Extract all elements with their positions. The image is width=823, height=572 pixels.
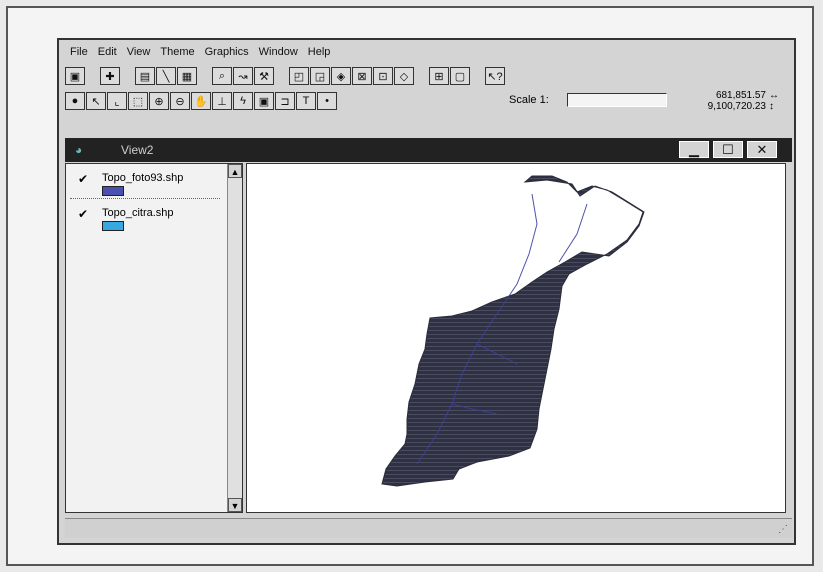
add-theme-icon[interactable]: ✚ xyxy=(100,67,120,85)
select-feature-icon[interactable]: ⬚ xyxy=(128,92,148,110)
globe-icon: ◕ xyxy=(75,143,83,157)
draw-point-icon[interactable]: • xyxy=(317,92,337,110)
y-coordinate: 9,100,720.23 xyxy=(707,101,766,112)
maximize-button[interactable]: ☐ xyxy=(713,141,743,158)
theme-properties-icon[interactable]: ▤ xyxy=(135,67,155,85)
view-title-bar[interactable]: ◕ View2 ▁ ☐ ✕ xyxy=(65,138,792,162)
map-canvas xyxy=(381,175,645,487)
identify-icon[interactable]: ● xyxy=(65,92,85,110)
watershed-polygon[interactable] xyxy=(381,175,645,487)
arcview-application-window: File Edit View Theme Graphics Window Hel… xyxy=(57,38,796,545)
zoom-previous-icon[interactable]: ◇ xyxy=(394,67,414,85)
scroll-down-icon[interactable]: ▼ xyxy=(228,498,242,512)
tool-bar: ● ↖ ⌞ ⬚ ⊕ ⊖ ✋ ⊥ ϟ ▣ ⊐ T • xyxy=(65,91,338,111)
coordinate-readout: 681,851.57 9,100,720.23 xyxy=(684,90,766,112)
x-coordinate: 681,851.57 xyxy=(715,90,766,101)
zoom-selected-icon[interactable]: ◈ xyxy=(331,67,351,85)
scale-input[interactable] xyxy=(567,93,667,107)
zoom-full-icon[interactable]: ◰ xyxy=(289,67,309,85)
pointer-icon[interactable]: ↖ xyxy=(86,92,106,110)
button-bar: ▣ ✚ ▤ ╲ ▦ ⌕ ↝ ⚒ ◰ ◲ ◈ ⊠ ⊡ ◇ ⊞ ▢ ↖? xyxy=(65,66,506,86)
menu-file[interactable]: File xyxy=(65,46,93,62)
vertex-edit-icon[interactable]: ⌞ xyxy=(107,92,127,110)
toc-scrollbar[interactable]: ▲ ▼ xyxy=(227,164,242,512)
status-bar: ⋰ xyxy=(65,518,792,538)
checkmark-icon[interactable]: ✔ xyxy=(78,207,88,221)
menu-window[interactable]: Window xyxy=(254,46,303,62)
horizontal-arrow-icon: ↔ xyxy=(769,90,779,101)
menu-edit[interactable]: Edit xyxy=(93,46,122,62)
view-title: View2 xyxy=(121,143,154,157)
pan-icon[interactable]: ✋ xyxy=(191,92,211,110)
query-builder-icon[interactable]: ⚒ xyxy=(254,67,274,85)
text-icon[interactable]: T xyxy=(296,92,316,110)
zoom-active-icons-icon[interactable]: ◲ xyxy=(310,67,330,85)
close-button[interactable]: ✕ xyxy=(747,141,777,158)
help-icon[interactable]: ↖? xyxy=(485,67,505,85)
menu-theme[interactable]: Theme xyxy=(155,46,199,62)
label-icon[interactable]: ⊐ xyxy=(275,92,295,110)
table-of-contents: ✔ Topo_foto93.shp ✔ Topo_citra.shp ▲ ▼ xyxy=(65,163,243,513)
scroll-up-icon[interactable]: ▲ xyxy=(228,164,242,178)
zoom-out-fixed-icon[interactable]: ⊡ xyxy=(373,67,393,85)
menu-graphics[interactable]: Graphics xyxy=(200,46,254,62)
hotlink-icon[interactable]: ϟ xyxy=(233,92,253,110)
legend-swatch xyxy=(102,221,124,231)
find-icon[interactable]: ⌕ xyxy=(212,67,232,85)
measure-icon[interactable]: ⊥ xyxy=(212,92,232,110)
edit-legend-icon[interactable]: ╲ xyxy=(156,67,176,85)
vertical-arrow-icon: ↕ xyxy=(769,101,774,112)
checkmark-icon[interactable]: ✔ xyxy=(78,172,88,186)
area-of-interest-icon[interactable]: ▣ xyxy=(254,92,274,110)
zoom-in-fixed-icon[interactable]: ⊠ xyxy=(352,67,372,85)
toc-item-topo-citra[interactable]: ✔ Topo_citra.shp xyxy=(76,205,226,239)
save-icon[interactable]: ▣ xyxy=(65,67,85,85)
menu-help[interactable]: Help xyxy=(303,46,336,62)
scale-label: Scale 1: xyxy=(509,94,549,106)
map-display[interactable] xyxy=(246,163,786,513)
legend-swatch xyxy=(102,186,124,196)
menu-bar: File Edit View Theme Graphics Window Hel… xyxy=(65,46,335,62)
zoom-out-icon[interactable]: ⊖ xyxy=(170,92,190,110)
locate-icon[interactable]: ↝ xyxy=(233,67,253,85)
resize-grip-icon[interactable]: ⋰ xyxy=(778,524,788,535)
theme-name: Topo_foto93.shp xyxy=(102,172,184,184)
coordinate-arrows: ↔ ↕ xyxy=(769,90,779,112)
theme-name: Topo_citra.shp xyxy=(102,207,174,219)
minimize-button[interactable]: ▁ xyxy=(679,141,709,158)
toc-divider xyxy=(70,198,220,199)
select-features-icon[interactable]: ⊞ xyxy=(429,67,449,85)
clear-selection-icon[interactable]: ▢ xyxy=(450,67,470,85)
zoom-in-icon[interactable]: ⊕ xyxy=(149,92,169,110)
table-icon[interactable]: ▦ xyxy=(177,67,197,85)
menu-view[interactable]: View xyxy=(122,46,156,62)
